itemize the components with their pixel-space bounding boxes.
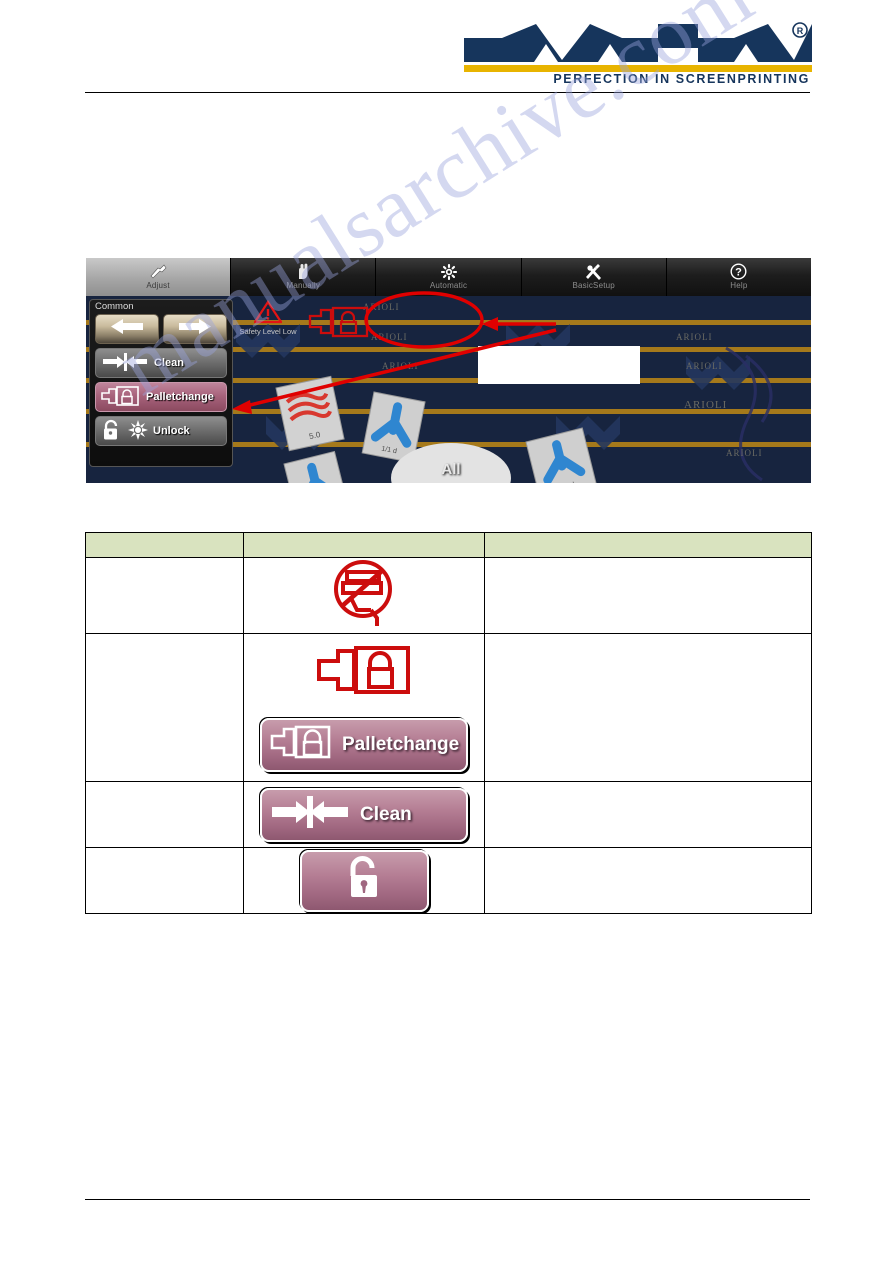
logo-tagline: PERFECTION IN SCREENPRINTING xyxy=(553,72,810,84)
palletchange-button-label: Palletchange xyxy=(146,391,214,403)
footer-divider xyxy=(85,1199,810,1200)
table-cell-notes xyxy=(484,557,812,634)
unlock-button-label: Unlock xyxy=(153,425,190,437)
clean-button-label: Clean xyxy=(360,803,412,825)
header-divider xyxy=(85,92,810,93)
table-row xyxy=(85,557,812,634)
tab-help[interactable]: ? Help xyxy=(666,258,811,296)
callout-box xyxy=(478,346,640,384)
clean-icon xyxy=(101,352,149,375)
unlock-icon xyxy=(101,419,123,444)
palletchange-button[interactable]: Palletchange xyxy=(260,718,468,772)
question-icon: ? xyxy=(730,263,747,280)
table-cell-graphic xyxy=(243,847,485,914)
palletchange-button[interactable]: Palletchange xyxy=(95,382,227,412)
table-cell-description xyxy=(85,557,244,634)
clean-button-label: Clean xyxy=(154,357,184,369)
table-cell-description xyxy=(85,633,244,782)
pallet-card xyxy=(283,450,350,483)
registered-mark: R xyxy=(797,26,804,36)
table-cell-notes xyxy=(484,781,812,848)
machine-view: ARIOLI ARIOLI ARIOLI ARIOLI ARIOLI ARIOL… xyxy=(86,296,811,483)
wrench-icon xyxy=(148,263,168,280)
table-row: Clean xyxy=(85,781,812,848)
arrow-right-button[interactable] xyxy=(163,314,227,344)
svg-text:?: ? xyxy=(736,266,743,278)
open-padlock-icon xyxy=(341,855,387,906)
tab-adjust[interactable]: Adjust xyxy=(86,258,232,296)
tab-basicsetup[interactable]: BasicSetup xyxy=(521,258,667,296)
table-cell-description xyxy=(85,847,244,914)
table-cell-graphic: Clean xyxy=(243,781,485,848)
reference-table: Palletchange Clean xyxy=(85,532,812,914)
mhm-logo: R PERFECTION IN SCREENPRINTING xyxy=(462,22,814,84)
table-cell-graphic xyxy=(243,557,485,634)
table-cell-notes xyxy=(484,633,812,782)
arrow-left-icon xyxy=(109,318,145,340)
unlock-button[interactable] xyxy=(299,849,429,912)
hmi-screenshot: Adjust Manually Automatic BasicSetup ? H… xyxy=(86,258,811,483)
arrow-left-button[interactable] xyxy=(95,314,159,344)
table-header-cell-2 xyxy=(243,532,485,558)
table-cell-notes xyxy=(484,847,812,914)
pallet-card: 1/1 d xyxy=(525,427,598,483)
tab-manually-label: Manually xyxy=(286,281,321,290)
pallet-card: 5.0 xyxy=(275,375,345,452)
tab-basicsetup-label: BasicSetup xyxy=(572,281,615,290)
common-panel: Common Clean Palletchange Unlock xyxy=(89,299,233,467)
palletchange-status-icon xyxy=(308,305,370,344)
palletchange-icon xyxy=(270,723,332,767)
clean-icon xyxy=(270,793,350,837)
no-squeegee-prohibited-icon xyxy=(327,558,401,633)
table-cell-graphic: Palletchange xyxy=(243,633,485,782)
tools-icon xyxy=(584,263,603,280)
tab-adjust-label: Adjust xyxy=(146,281,170,290)
table-row: Palletchange xyxy=(85,633,812,782)
tab-automatic-label: Automatic xyxy=(429,281,468,290)
hand-icon xyxy=(295,263,311,280)
palletchange-button-label: Palletchange xyxy=(342,734,460,755)
table-row xyxy=(85,847,812,914)
unlock-button[interactable]: Unlock xyxy=(95,416,227,446)
gear-icon xyxy=(440,263,457,280)
all-button-label[interactable]: All xyxy=(421,461,481,478)
table-header-cell-3 xyxy=(484,532,812,558)
palletchange-icon xyxy=(101,385,141,410)
palletchange-outline-icon xyxy=(316,643,412,704)
tab-bar: Adjust Manually Automatic BasicSetup ? H… xyxy=(86,258,811,296)
status-badge: Safety Level Low xyxy=(226,299,310,336)
arrow-right-icon xyxy=(177,318,213,340)
document-page: R PERFECTION IN SCREENPRINTING Adjust Ma… xyxy=(0,0,893,1263)
tab-manually[interactable]: Manually xyxy=(231,258,377,296)
arrow-button-row xyxy=(95,314,227,344)
status-text: Safety Level Low xyxy=(239,327,297,336)
warning-triangle-icon xyxy=(252,299,284,328)
gear-star-icon xyxy=(128,419,148,443)
clean-button[interactable]: Clean xyxy=(95,348,227,378)
table-header-row xyxy=(85,532,812,558)
panel-title: Common xyxy=(95,301,134,312)
tab-help-label: Help xyxy=(730,281,748,290)
table-header-cell-1 xyxy=(85,532,244,558)
tab-automatic[interactable]: Automatic xyxy=(376,258,522,296)
table-cell-description xyxy=(85,781,244,848)
clean-button[interactable]: Clean xyxy=(260,787,468,842)
